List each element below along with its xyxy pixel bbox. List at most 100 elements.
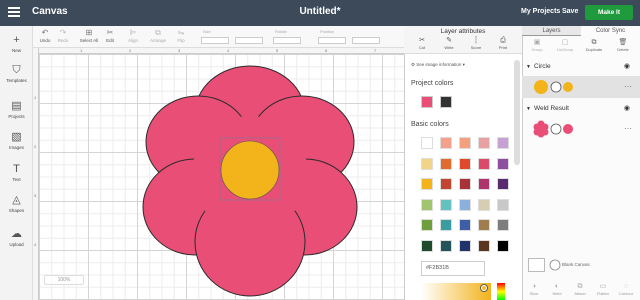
blank-canvas-swatch[interactable] <box>528 258 545 272</box>
upload-icon: ☁ <box>11 228 22 240</box>
rotate-field[interactable] <box>273 37 301 44</box>
duplicate-button[interactable]: ⧉ Duplicate <box>582 38 606 52</box>
basic-color-swatch[interactable] <box>459 137 471 149</box>
attach-button[interactable]: ⧉ Attach <box>570 282 590 296</box>
ungroup-icon: ▢ <box>561 39 569 46</box>
edit-button[interactable]: ✂ Edit <box>102 28 118 43</box>
layer-group-weld[interactable]: ▼ Weld Result ◉ <box>522 104 640 114</box>
flatten-button[interactable]: ▭ Flatten <box>593 282 613 296</box>
blank-canvas-toggle-icon[interactable] <box>549 259 561 271</box>
shapes-button[interactable]: ◬ Shapes <box>0 194 33 213</box>
basic-color-swatch[interactable] <box>440 198 452 211</box>
slice-icon: ◑ <box>531 283 537 290</box>
position-y-field[interactable] <box>352 37 380 44</box>
see-image-information[interactable]: ⚙ See image information ▾ <box>411 62 465 68</box>
hex-input[interactable]: #F2B31B <box>421 261 485 276</box>
basic-color-swatch[interactable] <box>497 239 509 252</box>
basic-color-swatch[interactable] <box>421 219 433 231</box>
tab-color-sync[interactable]: Color Sync <box>581 26 640 36</box>
see-info-label: See image information <box>416 62 462 67</box>
basic-color-swatch[interactable] <box>421 157 433 170</box>
print-button[interactable]: ⎙ Print <box>491 37 515 50</box>
delete-button[interactable]: 🗑 Delete <box>611 38 635 52</box>
save-button[interactable]: Save <box>562 8 578 15</box>
layer-group-circle[interactable]: ▼ Circle ◉ <box>522 62 640 72</box>
projects-button[interactable]: ▤ Projects <box>0 100 33 119</box>
project-color-swatch[interactable] <box>440 96 452 108</box>
cut-button[interactable]: ✂ Cut <box>410 37 434 50</box>
basic-color-swatch[interactable] <box>497 157 509 170</box>
text-button[interactable]: T Text <box>0 163 33 182</box>
left-toolbar: + New ⛉ Templates ▤ Projects ▧ Images T Text … <box>0 26 33 300</box>
layer-row-circle[interactable]: ⋯ <box>522 76 640 98</box>
basic-color-swatch[interactable] <box>478 157 490 170</box>
project-color-swatch[interactable] <box>421 96 433 108</box>
width-field[interactable] <box>201 37 229 44</box>
basic-color-swatch[interactable] <box>478 219 490 231</box>
make-it-button[interactable]: Make It <box>585 5 633 20</box>
upload-button[interactable]: ☁ Upload <box>0 228 33 247</box>
basic-color-swatch[interactable] <box>459 239 471 252</box>
write-button[interactable]: ✎ Write <box>437 37 461 50</box>
undo-button[interactable]: ↶ Undo <box>37 28 53 43</box>
redo-button[interactable]: ↷ Redo <box>55 28 71 43</box>
select-all-button[interactable]: ⊞ Select All <box>77 28 101 43</box>
my-projects-link[interactable]: My Projects <box>521 8 560 15</box>
basic-color-swatch[interactable] <box>421 137 433 149</box>
basic-color-swatch[interactable] <box>478 198 490 211</box>
ruler-number: 7 <box>374 48 377 53</box>
basic-color-swatch[interactable] <box>497 137 509 149</box>
basic-color-swatch[interactable] <box>421 198 433 211</box>
basic-color-swatch[interactable] <box>478 239 490 252</box>
basic-color-swatch[interactable] <box>478 178 490 190</box>
layer-row-weld-result[interactable]: ⋯ <box>522 118 640 140</box>
eye-icon[interactable]: ◉ <box>624 104 630 114</box>
align-button[interactable]: ⊫ Align <box>123 28 143 43</box>
size-label: Size <box>203 29 211 34</box>
height-field[interactable] <box>235 37 263 44</box>
attributes-scrollbar[interactable] <box>514 60 520 165</box>
basic-color-swatch[interactable] <box>459 219 471 231</box>
basic-color-swatch[interactable] <box>497 178 509 190</box>
templates-button[interactable]: ⛉ Templates <box>0 64 33 83</box>
weld-button[interactable]: ◐ Weld <box>547 282 567 296</box>
eye-icon[interactable]: ◉ <box>624 62 630 72</box>
ruler-number: 2 <box>129 48 132 53</box>
more-options-icon[interactable]: ⋯ <box>624 82 632 91</box>
basic-color-swatch[interactable] <box>459 157 471 170</box>
score-button[interactable]: ┆ Score <box>464 37 488 50</box>
print-label: Print <box>498 45 508 50</box>
hue-slider[interactable] <box>497 283 505 300</box>
basic-color-swatch[interactable] <box>440 178 452 190</box>
contour-button[interactable]: ◌ Contour <box>616 282 636 296</box>
tab-layers[interactable]: Layers <box>522 26 581 36</box>
undo-label: Undo <box>39 38 51 43</box>
circle-center[interactable] <box>220 140 280 200</box>
tool-label: Shapes <box>8 208 25 213</box>
flower-shape[interactable] <box>140 62 360 298</box>
basic-color-swatch[interactable] <box>497 198 509 211</box>
basic-color-swatch[interactable] <box>478 137 490 149</box>
basic-color-swatch[interactable] <box>421 239 433 252</box>
images-button[interactable]: ▧ Images <box>0 131 33 150</box>
basic-color-swatch[interactable] <box>459 178 471 190</box>
basic-color-swatch[interactable] <box>440 157 452 170</box>
more-options-icon[interactable]: ⋯ <box>624 124 632 133</box>
picker-handle[interactable] <box>481 285 487 291</box>
ungroup-button[interactable]: ▢ UnGroup <box>553 38 577 52</box>
basic-color-swatch[interactable] <box>440 239 452 252</box>
position-x-field[interactable] <box>318 37 346 44</box>
basic-color-swatch[interactable] <box>421 178 433 190</box>
group-button[interactable]: ▣ Group <box>525 38 549 52</box>
basic-color-swatch[interactable] <box>440 137 452 149</box>
arrange-button[interactable]: ⧉ Arrange <box>146 28 170 43</box>
basic-color-swatch[interactable] <box>440 219 452 231</box>
slice-button[interactable]: ◑ Slice <box>524 282 544 296</box>
basic-color-swatch[interactable] <box>497 219 509 231</box>
tool-label: Images <box>9 145 24 150</box>
basic-color-swatch[interactable] <box>459 198 471 211</box>
flip-button[interactable]: ⇋ Flip <box>173 28 189 43</box>
new-button[interactable]: + New <box>0 34 33 53</box>
zoom-indicator[interactable]: 100% <box>44 275 84 285</box>
flip-icon: ⇋ <box>177 28 185 37</box>
